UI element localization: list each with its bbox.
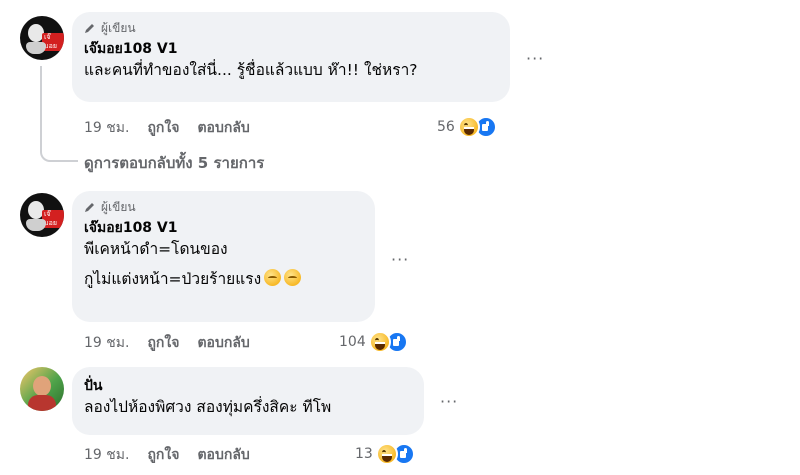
comment-bubble: ผู้เขียน เจ๊มอย108 V1 และคนที่ทำของใส่นี… <box>72 12 510 102</box>
reply-button[interactable]: ตอบกลับ <box>197 444 249 466</box>
pensive-emoji-icon <box>284 269 302 286</box>
avatar-tag: เจ๊มอย <box>42 33 64 51</box>
reaction-count: 56 <box>437 119 455 135</box>
avatar-tag: เจ๊มอย <box>42 210 64 228</box>
comment-bubble: ผู้เขียน เจ๊มอย108 V1 พีเคหน้าดำ=โดนของ … <box>72 191 375 322</box>
comment-text-line-1: พีเคหน้าดำ=โดนของ <box>84 240 228 258</box>
thread-connector <box>40 66 78 162</box>
like-button[interactable]: ถูกใจ <box>147 332 179 354</box>
comment-text-line-2: กูไม่แต่งหน้า=ป่วยร้ายแรง <box>84 268 363 290</box>
pencil-icon <box>85 203 94 212</box>
reaction-count: 13 <box>355 446 373 462</box>
comment-text: ลองไปห้องพิศวง สองทุ่มครึ่งสิคะ ทีโพ <box>84 398 332 416</box>
view-replies-link[interactable]: ดูการตอบกลับทั้ง 5 รายการ <box>84 151 264 175</box>
comment-bubble: ปั่น ลองไปห้องพิศวง สองทุ่มครึ่งสิคะ ทีโ… <box>72 367 424 435</box>
reaction-summary[interactable]: 56 <box>437 116 497 138</box>
more-options-button[interactable]: ··· <box>440 392 458 411</box>
reaction-summary[interactable]: 13 <box>355 443 415 465</box>
comment-actions: 19 ชม. ถูกใจ ตอบกลับ <box>84 445 268 465</box>
comment-time[interactable]: 19 ชม. <box>84 444 129 466</box>
reaction-count: 104 <box>339 334 366 350</box>
comment-time[interactable]: 19 ชม. <box>84 332 129 354</box>
author-badge: ผู้เขียน <box>84 199 363 215</box>
comment-actions: 19 ชม. ถูกใจ ตอบกลับ <box>84 118 268 138</box>
haha-icon <box>375 443 398 465</box>
author-avatar[interactable] <box>20 367 64 411</box>
author-avatar[interactable]: เจ๊มอย <box>20 193 64 237</box>
comment-text: และคนที่ทำของใส่นี่... รู้ชื่อแล้วแบบ ห๊… <box>84 61 418 79</box>
haha-icon <box>457 116 480 138</box>
comment-time[interactable]: 19 ชม. <box>84 117 129 139</box>
comment-author[interactable]: เจ๊มอย108 V1 <box>84 39 498 59</box>
like-button[interactable]: ถูกใจ <box>147 444 179 466</box>
reaction-summary[interactable]: 104 <box>339 331 408 353</box>
more-options-button[interactable]: ··· <box>391 250 409 269</box>
haha-icon <box>368 331 391 353</box>
author-avatar[interactable]: เจ๊มอย <box>20 16 64 60</box>
comment-actions: 19 ชม. ถูกใจ ตอบกลับ <box>84 333 268 353</box>
like-button[interactable]: ถูกใจ <box>147 117 179 139</box>
more-options-button[interactable]: ··· <box>526 49 544 68</box>
reply-button[interactable]: ตอบกลับ <box>197 332 249 354</box>
author-badge: ผู้เขียน <box>84 20 498 36</box>
comment-author[interactable]: ปั่น <box>84 376 412 396</box>
reply-button[interactable]: ตอบกลับ <box>197 117 249 139</box>
pensive-emoji-icon <box>264 269 282 286</box>
comment-author[interactable]: เจ๊มอย108 V1 <box>84 218 363 238</box>
pencil-icon <box>85 24 94 33</box>
